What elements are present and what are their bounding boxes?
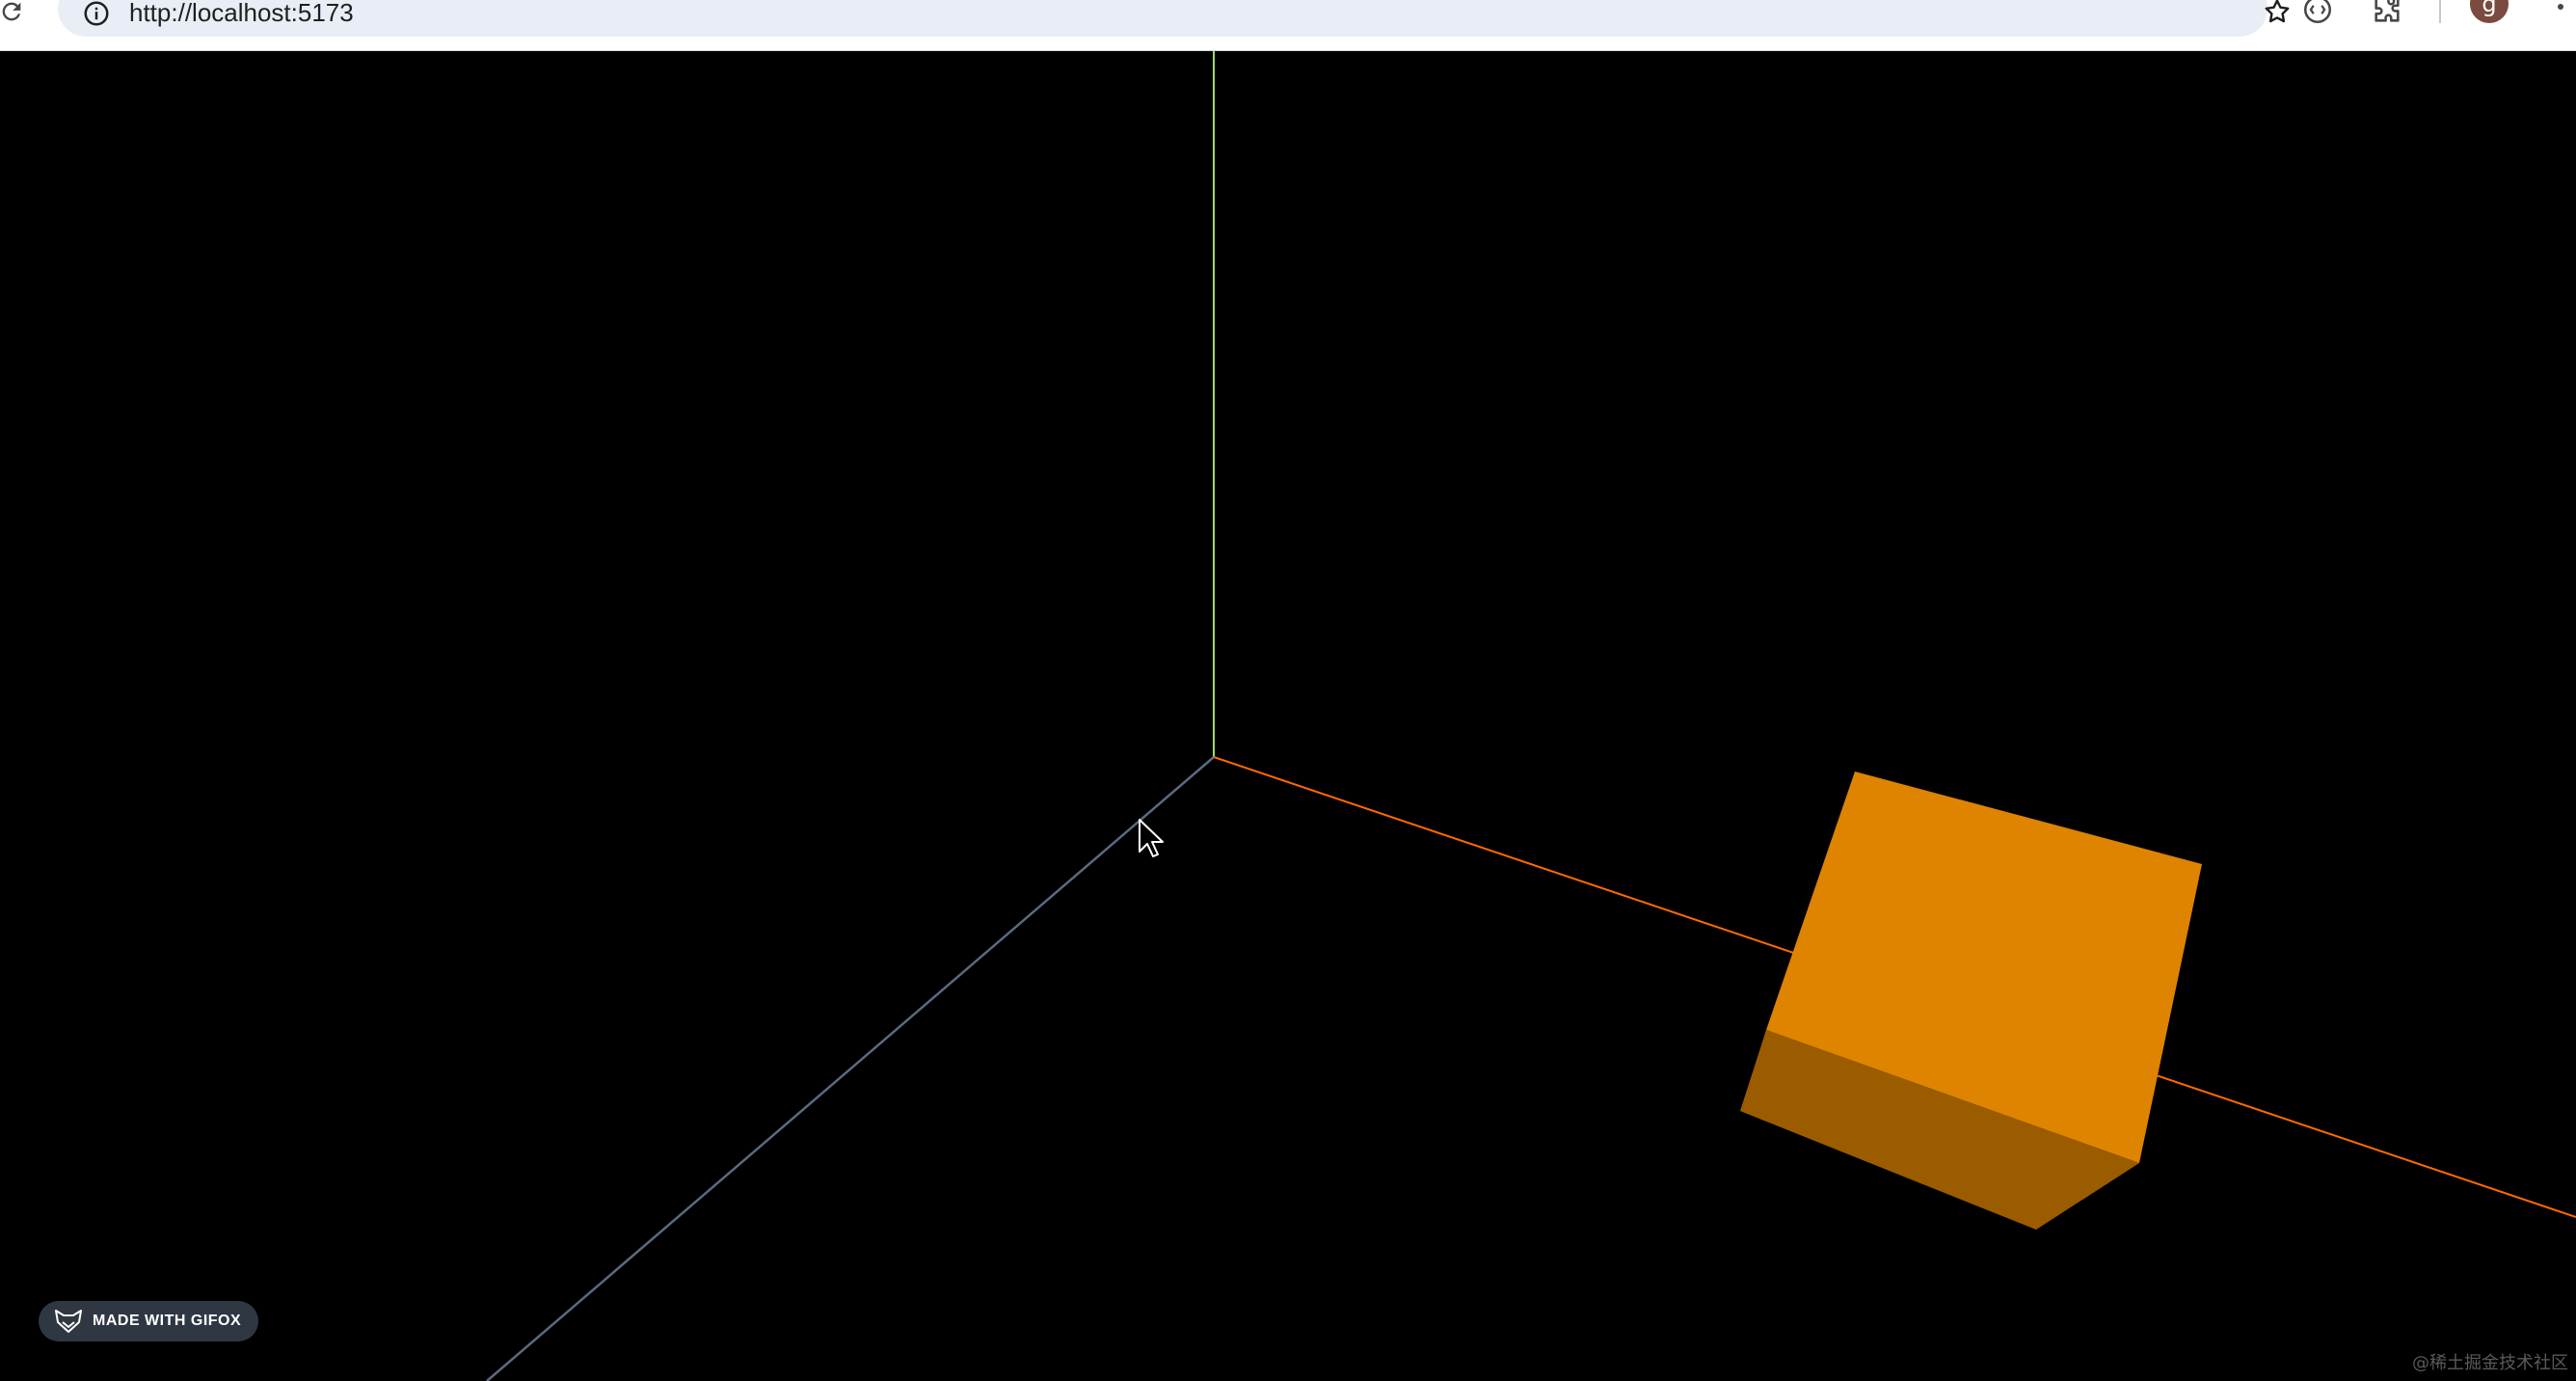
scene-svg [486,51,2576,1381]
z-axis-line [486,756,1215,1381]
star-icon [2265,0,2290,23]
toolbar-divider [2439,0,2441,23]
bookmark-button[interactable] [2256,0,2298,33]
cube-mesh[interactable] [1740,772,2202,1230]
webgl-canvas[interactable]: MADE WITH GIFOX @稀土掘金技术社区 [0,51,2576,1381]
fox-icon [54,1308,83,1335]
info-icon [84,1,109,26]
browser-toolbar: http://localhost:5173 g [0,0,2576,51]
url-text[interactable]: http://localhost:5173 [129,0,354,27]
address-bar[interactable]: http://localhost:5173 [58,0,2290,37]
watermark-text: @稀土掘金技术社区 [2412,1353,2568,1373]
reload-button[interactable] [0,0,29,29]
browser-menu-button[interactable] [2549,0,2572,31]
site-info-button[interactable] [75,0,118,35]
puzzle-icon [2375,0,2400,22]
extension-icon [2303,0,2332,24]
extensions-menu-button[interactable] [2364,0,2410,33]
gifox-badge-label: MADE WITH GIFOX [93,1313,242,1329]
extension-button[interactable] [2294,0,2341,33]
reload-icon [2,2,21,21]
mouse-cursor [1139,819,1164,857]
profile-avatar[interactable]: g [2470,0,2509,23]
gifox-badge: MADE WITH GIFOX [39,1301,259,1341]
